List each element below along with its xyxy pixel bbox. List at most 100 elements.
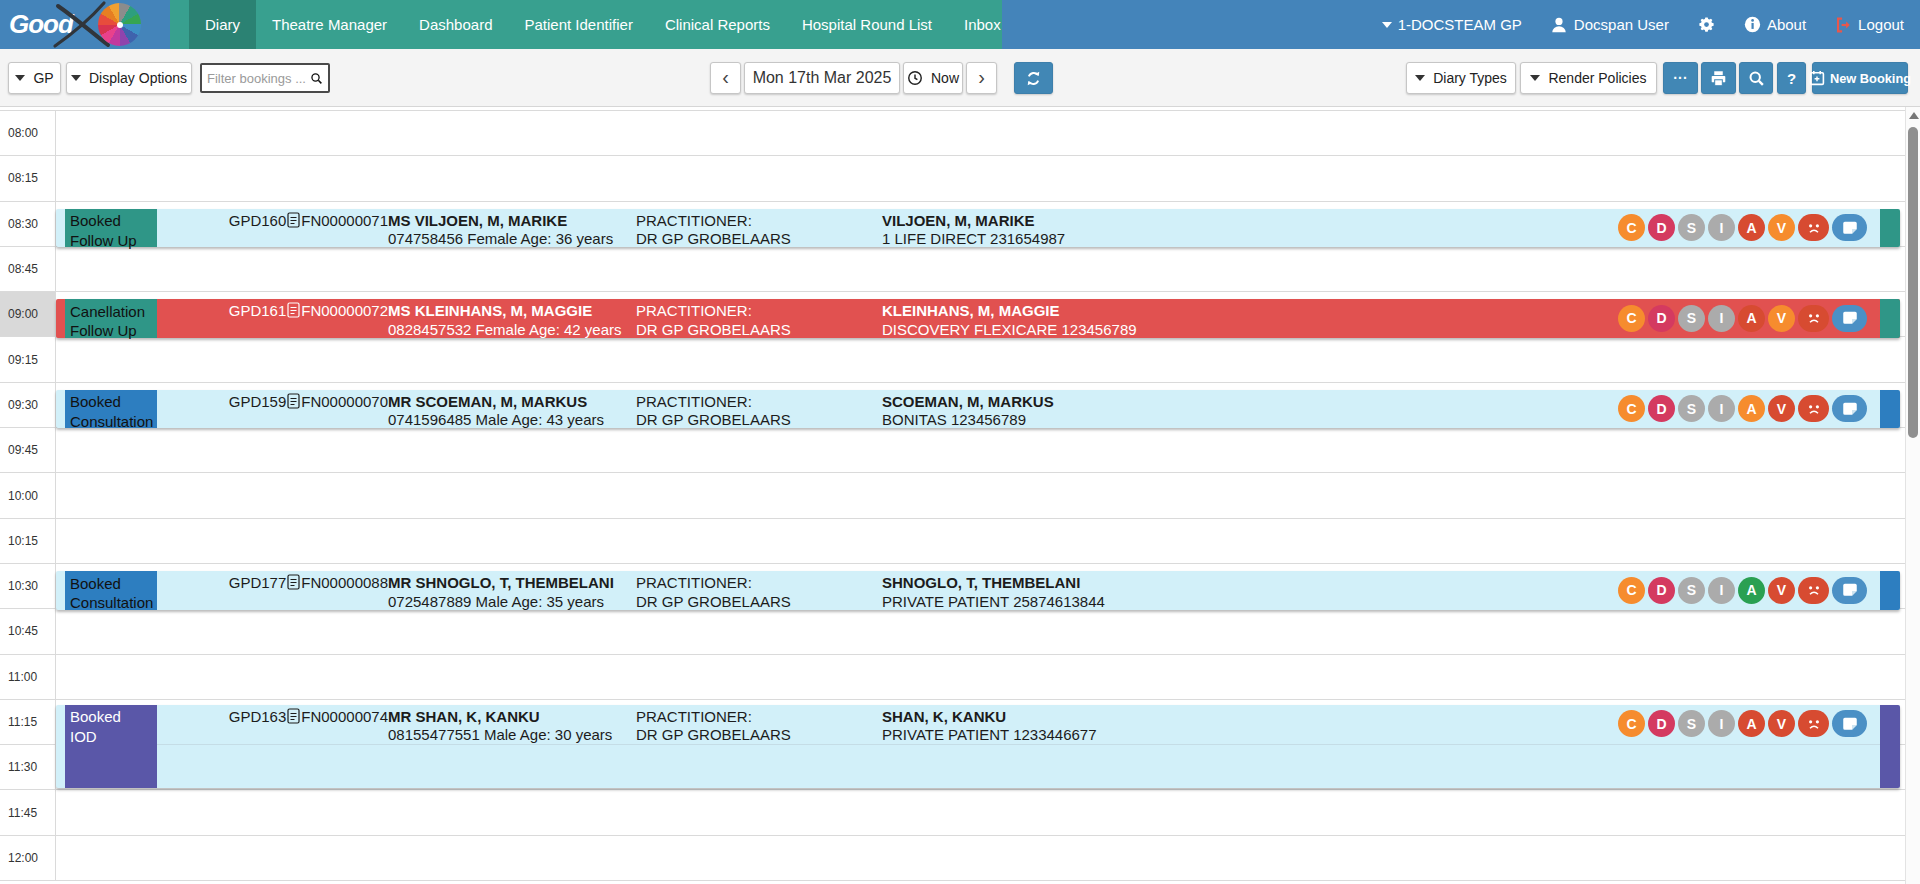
badge-i[interactable]: I <box>1708 395 1735 422</box>
time-slot[interactable]: 10:45 <box>0 608 1905 653</box>
sad-face-icon[interactable] <box>1798 577 1829 604</box>
file-number: FN00000074 <box>301 708 388 725</box>
document-icon[interactable] <box>287 574 300 593</box>
time-slot[interactable]: 11:00 <box>0 654 1905 699</box>
badge-a[interactable]: A <box>1738 395 1765 422</box>
user-menu[interactable]: Docspan User <box>1550 16 1669 34</box>
sad-face-icon[interactable] <box>1798 305 1829 332</box>
badge-c[interactable]: C <box>1618 214 1645 241</box>
display-options-dropdown[interactable]: Display Options <box>66 62 192 94</box>
badge-d[interactable]: D <box>1648 577 1675 604</box>
badge-d[interactable]: D <box>1648 710 1675 737</box>
nav-tab-diary[interactable]: Diary <box>189 0 256 49</box>
note-icon[interactable] <box>1832 395 1867 422</box>
note-icon[interactable] <box>1832 710 1867 737</box>
badge-d[interactable]: D <box>1648 395 1675 422</box>
nav-tab-clinical-reports[interactable]: Clinical Reports <box>649 0 786 49</box>
booking-row-scoeman[interactable]: Booked Consultation GPD159FN00000070 MR … <box>56 390 1900 429</box>
time-slot[interactable]: 10:00 <box>0 472 1905 517</box>
badge-d[interactable]: D <box>1648 305 1675 332</box>
badge-a[interactable]: A <box>1738 305 1765 332</box>
more-options-button[interactable]: ... <box>1663 62 1698 94</box>
print-button[interactable] <box>1701 62 1736 94</box>
badge-d[interactable]: D <box>1648 214 1675 241</box>
time-slot[interactable]: 12:00 <box>0 835 1905 880</box>
document-icon[interactable] <box>287 212 300 231</box>
refresh-button[interactable] <box>1014 62 1053 94</box>
time-slot[interactable]: 09:15 <box>0 336 1905 381</box>
time-label: 10:15 <box>8 519 38 563</box>
booking-type: Follow Up <box>70 231 157 251</box>
document-icon[interactable] <box>287 302 300 321</box>
vertical-scrollbar[interactable] <box>1905 107 1920 884</box>
booking-type: Follow Up <box>70 321 157 341</box>
render-policies-dropdown[interactable]: Render Policies <box>1520 62 1657 94</box>
badge-a[interactable]: A <box>1738 577 1765 604</box>
document-icon[interactable] <box>287 708 300 727</box>
practice-selector[interactable]: 1-DOCSTEAM GP <box>1382 16 1522 33</box>
booking-row-kleinhans[interactable]: Canellation Follow Up GPD161FN00000072 M… <box>56 299 1900 338</box>
scroll-up-arrow[interactable] <box>1909 112 1919 119</box>
badge-c[interactable]: C <box>1618 710 1645 737</box>
nav-tab-theatre-manager[interactable]: Theatre Manager <box>256 0 403 49</box>
badge-s[interactable]: S <box>1678 214 1705 241</box>
badge-a[interactable]: A <box>1738 214 1765 241</box>
badge-s[interactable]: S <box>1678 710 1705 737</box>
badge-v[interactable]: V <box>1768 577 1795 604</box>
badge-v[interactable]: V <box>1768 305 1795 332</box>
badge-i[interactable]: I <box>1708 305 1735 332</box>
sad-face-icon[interactable] <box>1798 214 1829 241</box>
badge-c[interactable]: C <box>1618 395 1645 422</box>
time-slot[interactable]: 10:15 <box>0 518 1905 563</box>
badge-v[interactable]: V <box>1768 710 1795 737</box>
badge-s[interactable]: S <box>1678 395 1705 422</box>
sad-face-icon[interactable] <box>1798 710 1829 737</box>
next-day-button[interactable]: › <box>966 62 997 94</box>
badge-v[interactable]: V <box>1768 395 1795 422</box>
sad-face-icon[interactable] <box>1798 395 1829 422</box>
time-slot[interactable]: 09:45 <box>0 427 1905 472</box>
badge-i[interactable]: I <box>1708 214 1735 241</box>
time-slot[interactable]: 08:45 <box>0 246 1905 291</box>
time-slot[interactable]: 11:45 <box>0 789 1905 834</box>
logout-button[interactable]: Logout <box>1834 16 1904 34</box>
previous-day-button[interactable]: ‹ <box>710 62 741 94</box>
time-slot[interactable]: 08:15 <box>0 155 1905 200</box>
note-icon[interactable] <box>1832 305 1867 332</box>
nav-tab-dashboard[interactable]: Dashboard <box>403 0 508 49</box>
badge-c[interactable]: C <box>1618 577 1645 604</box>
badge-s[interactable]: S <box>1678 577 1705 604</box>
badge-s[interactable]: S <box>1678 305 1705 332</box>
badge-v[interactable]: V <box>1768 214 1795 241</box>
badge-i[interactable]: I <box>1708 577 1735 604</box>
search-button[interactable] <box>1739 62 1773 94</box>
settings-button[interactable] <box>1697 15 1716 34</box>
booking-row-shan[interactable]: Booked IOD GPD163FN00000074 MR SHAN, K, … <box>56 705 1900 789</box>
time-slot[interactable]: 08:00 <box>0 110 1905 155</box>
diary-types-dropdown[interactable]: Diary Types <box>1406 62 1516 94</box>
booking-row-shnoglo[interactable]: Booked Consultation GPD177FN00000088 MR … <box>56 571 1900 610</box>
date-display[interactable]: Mon 17th Mar 2025 <box>744 62 900 94</box>
filter-input[interactable] <box>207 71 308 86</box>
note-icon[interactable] <box>1832 214 1867 241</box>
badge-c[interactable]: C <box>1618 305 1645 332</box>
account-name: KLEINHANS, M, MAGGIE <box>882 302 1137 321</box>
gp-dropdown[interactable]: GP <box>8 62 61 94</box>
badge-i[interactable]: I <box>1708 710 1735 737</box>
scrollbar-thumb[interactable] <box>1908 127 1918 438</box>
nav-tab-hospital-round-list[interactable]: Hospital Round List <box>786 0 948 49</box>
new-booking-button[interactable]: New Booking <box>1812 62 1908 94</box>
now-button[interactable]: Now <box>903 62 963 94</box>
about-button[interactable]: About <box>1744 16 1806 33</box>
filter-bookings-input[interactable] <box>200 63 330 93</box>
badge-a[interactable]: A <box>1738 710 1765 737</box>
document-icon[interactable] <box>287 393 300 412</box>
booking-ids: GPD163FN00000074 <box>56 708 388 727</box>
nav-tab-patient-identifier[interactable]: Patient Identifier <box>508 0 648 49</box>
booking-row-viljoen[interactable]: Booked Follow Up GPD160FN00000071 MS VIL… <box>56 209 1900 248</box>
note-icon[interactable] <box>1832 577 1867 604</box>
booking-type-bar <box>1880 209 1900 248</box>
patient-details: 0725487889 Male Age: 35 years <box>388 593 604 610</box>
diary-number: GPD161 <box>229 302 287 319</box>
help-button[interactable]: ? <box>1777 62 1806 94</box>
